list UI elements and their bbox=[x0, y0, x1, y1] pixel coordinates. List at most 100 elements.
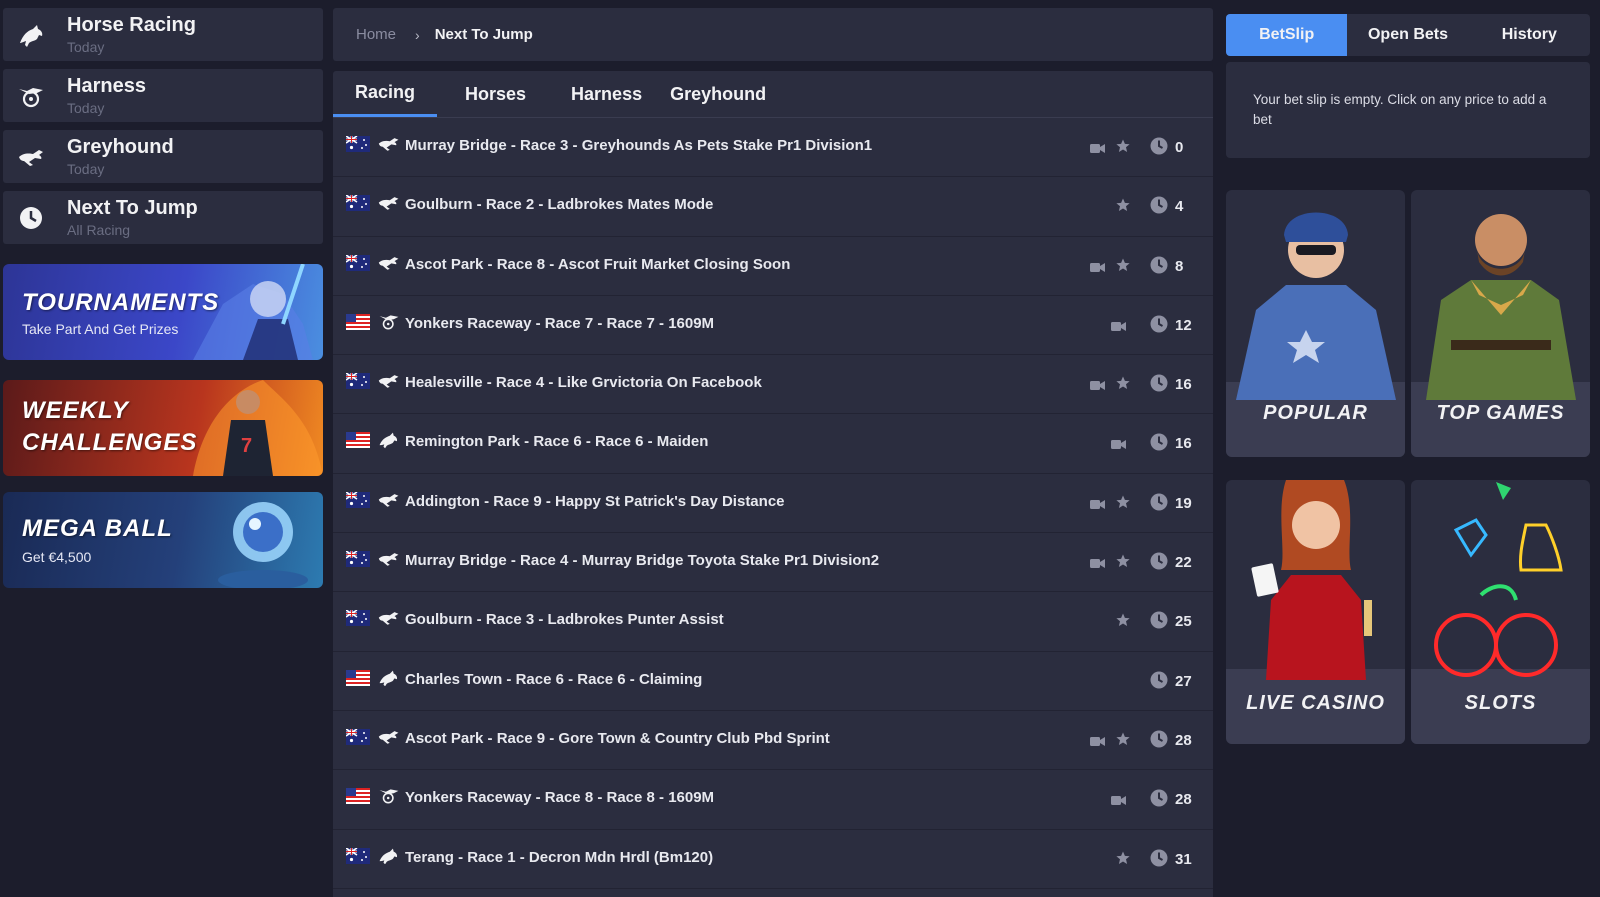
harness-icon bbox=[378, 787, 400, 805]
star-icon[interactable] bbox=[1116, 198, 1130, 212]
promo-title: TOURNAMENTS bbox=[22, 289, 220, 316]
police-girl-art bbox=[1236, 212, 1396, 400]
usa-flag-icon bbox=[346, 432, 370, 449]
promo-mega-ball[interactable]: MEGA BALL Get €4,500 bbox=[3, 492, 323, 588]
race-rows: Murray Bridge - Race 3 - Greyhounds As P… bbox=[333, 118, 1213, 889]
slots-icons-art bbox=[1434, 482, 1563, 677]
minutes-to-jump: 27 bbox=[1175, 672, 1192, 690]
race-name: Addington - Race 9 - Happy St Patrick's … bbox=[405, 492, 785, 510]
race-row[interactable]: Addington - Race 9 - Happy St Patrick's … bbox=[333, 474, 1213, 534]
tab-horses[interactable]: Horses bbox=[437, 71, 549, 117]
race-name: Murray Bridge - Race 4 - Murray Bridge T… bbox=[405, 552, 880, 570]
australia-flag-icon bbox=[345, 609, 370, 627]
race-list-panel: Racing Horses Harness Greyhound Murray B… bbox=[333, 71, 1213, 897]
explorer-art bbox=[1426, 214, 1576, 400]
video-camera-icon bbox=[1090, 497, 1105, 509]
minutes-to-jump: 22 bbox=[1175, 554, 1192, 572]
greyhound-icon bbox=[378, 550, 400, 568]
breadcrumb-home-link[interactable]: Home bbox=[356, 26, 396, 43]
usa-flag-icon bbox=[346, 788, 370, 805]
race-name: Murray Bridge - Race 3 - Greyhounds As P… bbox=[405, 137, 873, 154]
race-row[interactable]: Ascot Park - Race 9 - Gore Town & Countr… bbox=[333, 711, 1213, 771]
tab-open-bets[interactable]: Open Bets bbox=[1347, 14, 1468, 56]
tile-live-casino[interactable]: LIVE CASINO bbox=[1226, 480, 1405, 744]
promo-subtitle: Get €4,500 bbox=[22, 549, 92, 565]
star-icon[interactable] bbox=[1116, 554, 1130, 568]
video-camera-icon bbox=[1090, 734, 1105, 746]
star-icon[interactable] bbox=[1116, 376, 1130, 390]
tab-harness[interactable]: Harness bbox=[549, 71, 656, 117]
race-name: Yonkers Raceway - Race 8 - Race 8 - 1609… bbox=[405, 789, 715, 807]
race-row[interactable]: Terang - Race 1 - Decron Mdn Hrdl (Bm120… bbox=[333, 830, 1213, 889]
tab-racing[interactable]: Racing bbox=[333, 71, 438, 117]
race-row[interactable]: Charles Town - Race 6 - Race 6 - Claimin… bbox=[333, 652, 1213, 711]
race-row[interactable]: Murray Bridge - Race 3 - Greyhounds As P… bbox=[333, 118, 1213, 178]
race-row[interactable]: Murray Bridge - Race 4 - Murray Bridge T… bbox=[333, 533, 1213, 593]
minutes-to-jump: 8 bbox=[1175, 257, 1184, 275]
australia-flag-icon bbox=[345, 846, 370, 864]
star-icon[interactable] bbox=[1116, 139, 1130, 153]
tab-greyhound[interactable]: Greyhound bbox=[656, 71, 780, 117]
minutes-to-jump: 28 bbox=[1175, 731, 1192, 749]
sidebar-item-horse-racing[interactable]: Horse Racing Today bbox=[3, 8, 323, 61]
race-row[interactable]: Yonkers Raceway - Race 8 - Race 8 - 1609… bbox=[333, 770, 1213, 830]
tile-top-games[interactable]: TOP GAMES bbox=[1411, 190, 1590, 457]
sidebar-item-title: Harness bbox=[67, 74, 146, 97]
race-row[interactable]: Healesville - Race 4 - Like Grvictoria O… bbox=[333, 355, 1213, 415]
clock-icon bbox=[1150, 849, 1168, 867]
left-sidebar: Horse Racing Today Harness Today Greyhou… bbox=[3, 8, 323, 608]
clock-icon bbox=[1150, 789, 1168, 807]
promo-weekly-challenges[interactable]: 7 WEEKLY CHALLENGES bbox=[3, 380, 323, 476]
star-icon[interactable] bbox=[1116, 732, 1130, 746]
race-name: Goulburn - Race 2 - Ladbrokes Mates Mode bbox=[405, 196, 714, 214]
race-row[interactable]: Yonkers Raceway - Race 7 - Race 7 - 1609… bbox=[333, 296, 1213, 356]
race-name: Yonkers Raceway - Race 7 - Race 7 - 1609… bbox=[405, 314, 715, 332]
svg-text:7: 7 bbox=[241, 435, 252, 457]
race-name: Charles Town - Race 6 - Race 6 - Claimin… bbox=[405, 670, 703, 688]
clock-icon bbox=[1150, 137, 1168, 155]
star-icon[interactable] bbox=[1116, 851, 1130, 865]
minutes-to-jump: 16 bbox=[1175, 376, 1192, 394]
sidebar-item-next-to-jump[interactable]: Next To Jump All Racing bbox=[3, 191, 323, 244]
star-icon[interactable] bbox=[1116, 613, 1130, 627]
star-icon[interactable] bbox=[1116, 258, 1130, 272]
sidebar-item-subtitle: Today bbox=[67, 160, 105, 177]
minutes-to-jump: 28 bbox=[1175, 791, 1192, 809]
video-camera-icon bbox=[1111, 437, 1126, 450]
tile-popular[interactable]: POPULAR bbox=[1226, 190, 1405, 457]
tab-history[interactable]: History bbox=[1469, 14, 1590, 56]
tile-label: POPULAR bbox=[1263, 402, 1368, 424]
race-name: Goulburn - Race 3 - Ladbrokes Punter Ass… bbox=[405, 611, 724, 629]
clock-icon bbox=[1150, 552, 1168, 570]
australia-flag-icon bbox=[345, 372, 370, 390]
race-row[interactable]: Goulburn - Race 2 - Ladbrokes Mates Mode… bbox=[333, 177, 1213, 237]
australia-flag-icon bbox=[345, 491, 370, 508]
greyhound-icon bbox=[378, 254, 400, 272]
race-row[interactable]: Ascot Park - Race 8 - Ascot Fruit Market… bbox=[333, 237, 1213, 296]
minutes-to-jump: 19 bbox=[1175, 494, 1192, 512]
clock-icon bbox=[1150, 196, 1168, 214]
sidebar-item-subtitle: Today bbox=[67, 38, 105, 55]
race-name: Healesville - Race 4 - Like Grvictoria O… bbox=[405, 374, 762, 392]
promo-title: MEGA BALL bbox=[22, 515, 173, 542]
harness-icon bbox=[378, 313, 400, 331]
australia-flag-icon bbox=[345, 253, 370, 271]
minutes-to-jump: 12 bbox=[1175, 316, 1192, 334]
clock-icon bbox=[1150, 730, 1168, 748]
clock-icon bbox=[1150, 611, 1168, 629]
race-row[interactable]: Remington Park - Race 6 - Race 6 - Maide… bbox=[333, 414, 1213, 474]
horse-icon bbox=[378, 847, 400, 865]
race-name: Ascot Park - Race 9 - Gore Town & Countr… bbox=[405, 729, 830, 747]
race-row[interactable]: Goulburn - Race 3 - Ladbrokes Punter Ass… bbox=[333, 592, 1213, 652]
sidebar-item-title: Horse Racing bbox=[67, 13, 196, 36]
video-camera-icon bbox=[1090, 556, 1105, 569]
tile-label: LIVE CASINO bbox=[1246, 692, 1385, 714]
promo-tournaments[interactable]: TOURNAMENTS Take Part And Get Prizes bbox=[3, 264, 323, 360]
sidebar-item-greyhound[interactable]: Greyhound Today bbox=[3, 130, 323, 183]
star-icon[interactable] bbox=[1116, 495, 1130, 509]
tile-slots[interactable]: SLOTS bbox=[1411, 480, 1590, 744]
mega-ball-art bbox=[218, 502, 308, 588]
tab-betslip[interactable]: BetSlip bbox=[1226, 14, 1348, 56]
sidebar-item-harness[interactable]: Harness Today bbox=[3, 69, 323, 122]
chevron-right-icon: › bbox=[415, 26, 420, 43]
